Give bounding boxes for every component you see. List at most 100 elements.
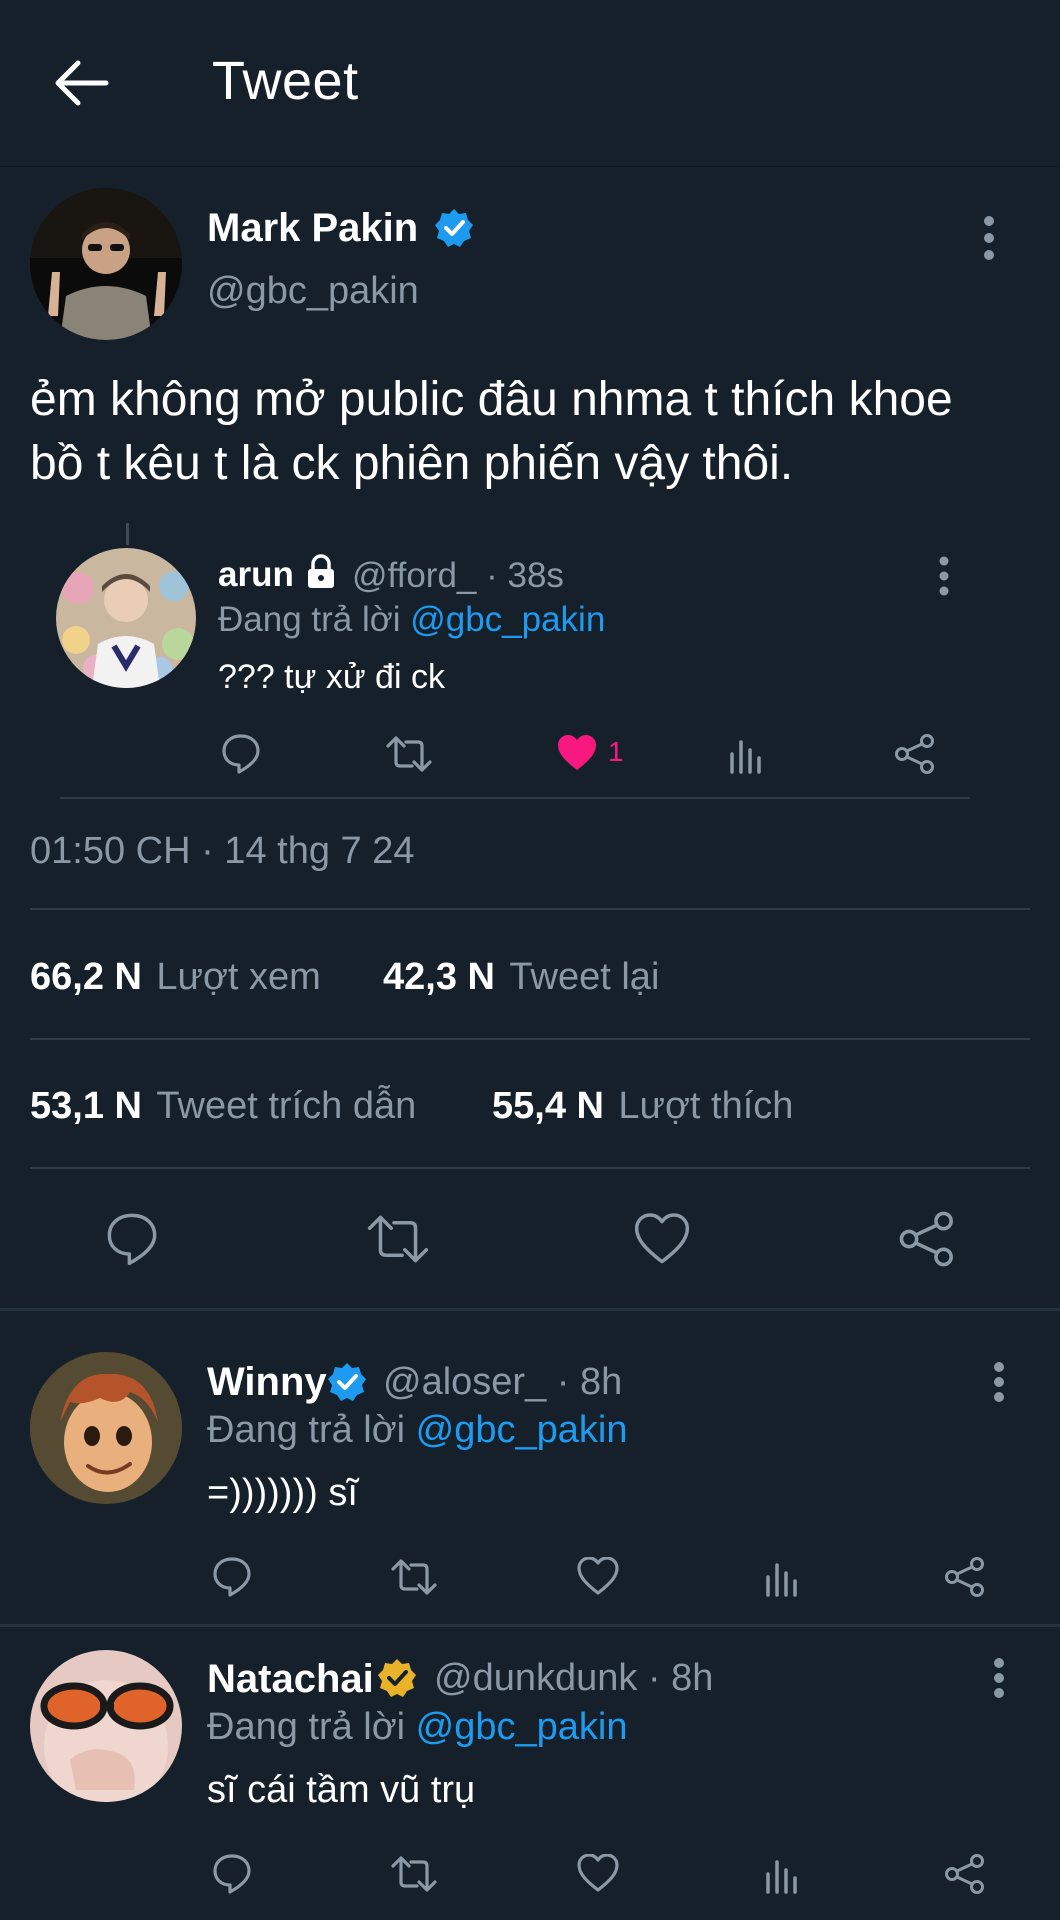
avatar-image — [56, 548, 196, 688]
verified-badge-icon — [326, 1361, 368, 1403]
heart-icon — [577, 1854, 619, 1892]
avatar[interactable] — [56, 548, 196, 688]
more-options-button[interactable] — [980, 215, 998, 261]
more-vertical-icon — [994, 1362, 1004, 1402]
divider — [30, 1038, 1030, 1040]
like-button[interactable] — [577, 1557, 619, 1595]
replying-to: Đang trả lời @gbc_pakin — [207, 1706, 628, 1749]
quotes-label: Tweet trích dẫn — [156, 1085, 417, 1127]
page-title: Tweet — [212, 51, 359, 111]
replying-to-link[interactable]: @gbc_pakin — [416, 1409, 628, 1451]
quotes-stat[interactable]: 53,1 N Tweet trích dẫn — [30, 1085, 416, 1128]
more-options-button[interactable] — [936, 556, 952, 596]
lock-icon — [303, 554, 339, 590]
share-button[interactable] — [944, 1556, 986, 1598]
heart-filled-icon — [558, 735, 596, 770]
comment-icon — [213, 1854, 251, 1894]
likes-count: 55,4 N — [492, 1085, 604, 1127]
retweets-label: Tweet lại — [509, 956, 660, 998]
reply-handle-time[interactable]: @aloser_ · 8h — [383, 1361, 622, 1404]
comment-icon — [107, 1213, 157, 1266]
share-icon — [895, 734, 934, 774]
verified-badge-icon — [433, 207, 475, 249]
likes-stat[interactable]: 55,4 N Lượt thích — [492, 1085, 793, 1128]
retweet-icon — [386, 736, 432, 772]
reply-text: ??? tự xử đi ck — [218, 658, 445, 696]
retweet-icon — [391, 1856, 437, 1892]
divider — [30, 908, 1030, 910]
more-options-button[interactable] — [990, 1362, 1008, 1402]
reply-button[interactable] — [104, 1210, 160, 1266]
reply-text: =))))))) sĩ — [207, 1472, 358, 1514]
comment-icon — [222, 734, 260, 774]
divider — [30, 1167, 1030, 1169]
reply-handle-time[interactable]: @fford_ · 38s — [352, 556, 564, 596]
share-button[interactable] — [898, 1210, 956, 1268]
analytics-button[interactable] — [764, 1854, 800, 1894]
heart-icon — [634, 1213, 690, 1264]
like-button[interactable] — [634, 1213, 690, 1265]
back-button[interactable] — [52, 58, 112, 108]
reply-author-name[interactable]: Natachai — [207, 1657, 374, 1702]
tweet-timestamp: 01:50 CH · 14 thg 7 24 — [30, 830, 415, 872]
retweet-button[interactable] — [391, 1557, 437, 1597]
more-options-button[interactable] — [990, 1658, 1008, 1698]
analytics-button[interactable] — [728, 734, 764, 774]
views-stat: 66,2 N Lượt xem — [30, 956, 321, 999]
reply-button[interactable] — [211, 1555, 253, 1597]
more-vertical-icon — [984, 216, 994, 260]
more-vertical-icon — [939, 556, 949, 596]
like-button[interactable] — [577, 1854, 619, 1892]
share-button[interactable] — [944, 1853, 986, 1895]
author-name[interactable]: Mark Pakin — [207, 206, 418, 251]
heart-icon — [577, 1557, 619, 1595]
avatar[interactable] — [30, 188, 182, 340]
replying-to-link[interactable]: @gbc_pakin — [416, 1706, 628, 1748]
replying-label: Đang trả lời — [207, 1409, 416, 1451]
section-separator — [0, 1308, 1060, 1311]
retweet-button[interactable] — [386, 734, 432, 774]
share-button[interactable] — [894, 733, 936, 775]
likes-label: Lượt thích — [618, 1085, 794, 1127]
analytics-icon — [730, 740, 761, 774]
like-button[interactable] — [556, 734, 598, 772]
reply-button[interactable] — [211, 1852, 253, 1894]
replying-label: Đang trả lời — [207, 1706, 416, 1748]
reply-handle-time[interactable]: @dunkdunk · 8h — [434, 1657, 713, 1700]
top-bar — [0, 0, 1060, 167]
share-icon — [899, 1211, 953, 1267]
replying-to-link[interactable]: @gbc_pakin — [410, 600, 605, 639]
share-icon — [945, 1557, 984, 1597]
retweet-icon — [391, 1559, 437, 1595]
quotes-count: 53,1 N — [30, 1085, 142, 1127]
section-separator — [0, 1624, 1060, 1627]
retweet-button[interactable] — [391, 1854, 437, 1894]
reply-button[interactable] — [220, 732, 262, 774]
reply-author-name[interactable]: arun — [218, 555, 294, 595]
share-icon — [945, 1854, 984, 1894]
replying-to: Đang trả lời @gbc_pakin — [207, 1409, 628, 1452]
views-label: Lượt xem — [156, 956, 321, 998]
retweets-count: 42,3 N — [383, 956, 495, 998]
retweets-stat[interactable]: 42,3 N Tweet lại — [383, 956, 659, 999]
replying-label: Đang trả lời — [218, 600, 411, 639]
analytics-button[interactable] — [764, 1557, 800, 1597]
arrow-left-icon — [55, 60, 109, 106]
divider — [60, 797, 970, 799]
reply-author-name[interactable]: Winny — [207, 1360, 327, 1405]
views-count: 66,2 N — [30, 956, 142, 998]
analytics-icon — [766, 1563, 797, 1597]
avatar-image — [30, 1352, 182, 1504]
reply-text: sĩ cái tầm vũ trụ — [207, 1769, 476, 1811]
avatar[interactable] — [30, 1650, 182, 1802]
like-count: 1 — [608, 736, 624, 767]
author-handle[interactable]: @gbc_pakin — [207, 270, 419, 313]
analytics-icon — [766, 1860, 797, 1894]
retweet-button[interactable] — [366, 1212, 430, 1266]
retweet-icon — [367, 1215, 429, 1263]
avatar-image — [30, 188, 182, 340]
replying-to: Đang trả lời @gbc_pakin — [218, 600, 605, 640]
verified-badge-gold-icon — [376, 1657, 418, 1699]
comment-icon — [213, 1557, 251, 1597]
avatar[interactable] — [30, 1352, 182, 1504]
